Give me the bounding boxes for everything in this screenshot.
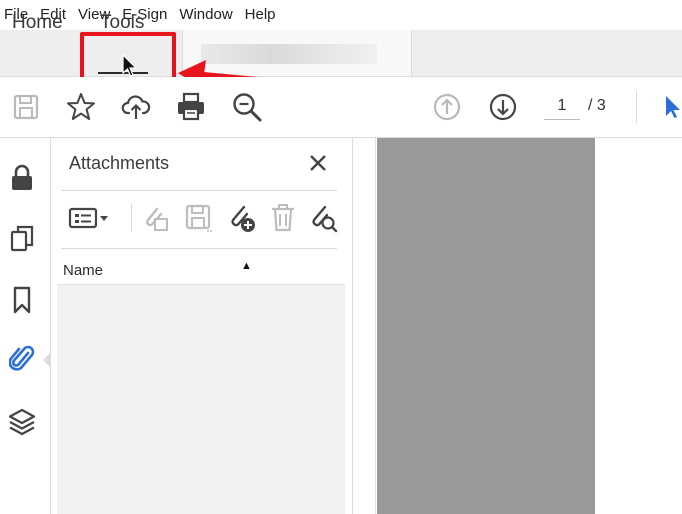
lock-icon[interactable] <box>8 164 36 192</box>
panel-divider <box>61 190 337 191</box>
paperclip-icon[interactable] <box>8 345 36 373</box>
page-up-icon[interactable] <box>431 91 463 123</box>
document-page[interactable] <box>377 138 595 514</box>
open-attachment-icon[interactable] <box>139 202 171 234</box>
print-icon[interactable] <box>175 91 207 123</box>
mouse-cursor-icon <box>122 54 138 77</box>
left-navigation-rail <box>0 138 51 514</box>
page-number-input[interactable]: 1 <box>544 93 580 120</box>
save-attachment-icon[interactable] <box>183 202 215 234</box>
delete-icon[interactable] <box>267 202 299 234</box>
search-attachment-icon[interactable] <box>307 202 339 234</box>
layers-icon[interactable] <box>8 408 36 436</box>
sort-ascending-icon[interactable]: ▲ <box>241 260 252 272</box>
star-icon[interactable] <box>65 91 97 123</box>
panel-divider <box>61 248 337 249</box>
document-right-margin <box>595 138 682 514</box>
bookmark-icon[interactable] <box>8 286 36 314</box>
attachments-panel: Attachments Name ▲ <box>51 138 353 514</box>
page-down-icon[interactable] <box>487 91 519 123</box>
select-cursor-icon[interactable] <box>662 91 682 123</box>
save-icon[interactable] <box>10 91 42 123</box>
menu-window[interactable]: Window <box>173 0 238 30</box>
main-toolbar: 1 / 3 <box>0 77 682 138</box>
attachments-list <box>57 285 345 514</box>
name-column-header[interactable]: Name ▲ <box>57 257 345 285</box>
active-panel-pointer <box>43 352 51 368</box>
menu-help[interactable]: Help <box>239 0 282 30</box>
add-attachment-icon[interactable] <box>225 202 257 234</box>
toolbar-divider <box>636 91 637 123</box>
cloud-upload-icon[interactable] <box>120 91 152 123</box>
close-icon[interactable] <box>305 150 331 176</box>
panel-title: Attachments <box>69 153 170 173</box>
document-margin <box>353 138 376 514</box>
page-total: / 3 <box>588 97 606 114</box>
attachments-toolbar <box>61 198 339 238</box>
name-column-label: Name <box>63 262 104 279</box>
pages-icon[interactable] <box>8 224 36 252</box>
tab-home[interactable]: Home <box>12 0 63 46</box>
toolbar-divider <box>131 204 132 232</box>
zoom-search-icon[interactable] <box>231 91 263 123</box>
list-options-icon[interactable] <box>67 202 113 234</box>
